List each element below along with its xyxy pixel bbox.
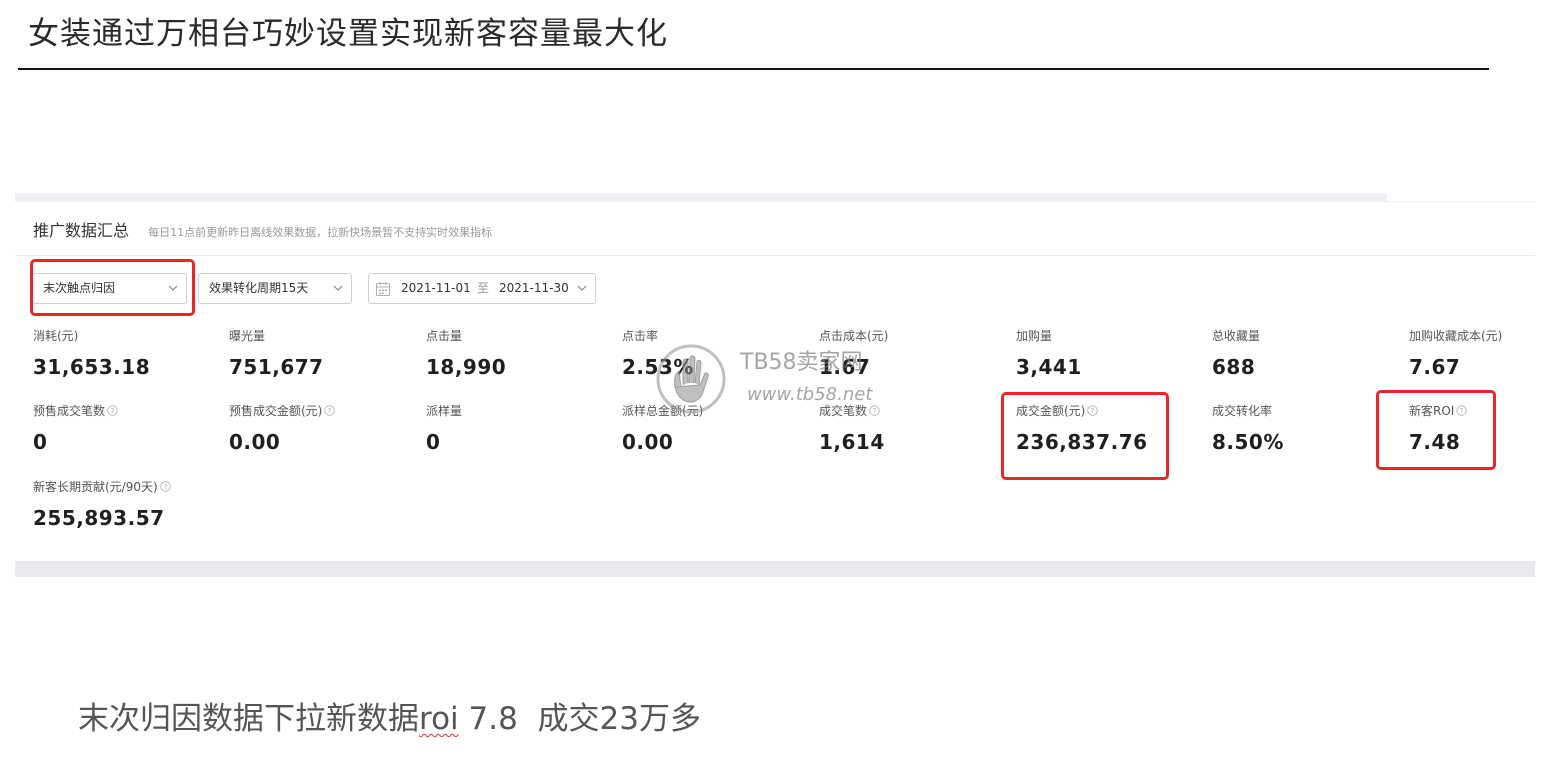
metric-label: 成交转化率 [1212, 404, 1273, 418]
metric-samples: 派样量 0 [426, 402, 462, 454]
conversion-period-value: 效果转化周期15天 [209, 281, 309, 295]
svg-text:?: ? [163, 483, 167, 491]
conversion-period-select[interactable]: 效果转化周期15天 [198, 273, 352, 304]
metric-label: 消耗(元) [33, 329, 79, 343]
metric-presale-orders: 预售成交笔数? 0 [33, 402, 118, 454]
metric-value: 0 [426, 430, 441, 454]
panel-header: 推广数据汇总 每日11点前更新昨日离线效果数据，拉新快场景暂不支持实时效果指标 [33, 217, 492, 241]
metric-label: 加购收藏成本(元) [1409, 329, 1503, 343]
slide-title: 女装通过万相台巧妙设置实现新客容量最大化 [28, 16, 668, 52]
metric-value: 1,614 [819, 430, 885, 454]
svg-text:?: ? [111, 407, 115, 415]
highlight-gmv [1001, 392, 1169, 480]
metric-cart-fav-cost: 加购收藏成本(元) 7.67 [1409, 327, 1502, 379]
metric-label: 加购量 [1016, 329, 1053, 343]
date-end: 2021-11-30 [499, 281, 569, 295]
metric-value: 0.00 [229, 430, 281, 454]
metric-favorites: 总收藏量 688 [1212, 327, 1260, 379]
metric-clicks: 点击量 18,990 [426, 327, 506, 379]
panel-title: 推广数据汇总 [33, 221, 130, 240]
highlight-attribution [30, 259, 195, 316]
metric-long-term-contribution: 新客长期贡献(元/90天)? 255,893.57 [33, 478, 171, 530]
dashboard-screenshot: 推广数据汇总 每日11点前更新昨日离线效果数据，拉新快场景暂不支持实时效果指标 … [15, 193, 1535, 577]
watermark-name: TB58卖家网 [740, 350, 863, 375]
title-divider [18, 68, 1489, 70]
metric-value: 31,653.18 [33, 355, 151, 379]
metric-label: 派样量 [426, 404, 463, 418]
highlight-roi [1376, 390, 1496, 470]
metric-label: 点击量 [426, 329, 463, 343]
chevron-down-icon [333, 285, 343, 291]
watermark-url: www.tb58.net [747, 384, 873, 405]
watermark: TB58卖家网 www.tb58.net [655, 343, 915, 414]
metric-value: 688 [1212, 355, 1256, 379]
date-range-picker[interactable]: 2021-11-01 至 2021-11-30 [368, 273, 596, 304]
top-band [15, 193, 1387, 201]
metric-value: 0.00 [622, 430, 674, 454]
svg-text:?: ? [328, 407, 332, 415]
bottom-band [15, 561, 1535, 577]
metric-value: 18,990 [426, 355, 507, 379]
caption-marked-word: roi [419, 701, 459, 737]
metric-label: 曝光量 [229, 329, 266, 343]
metric-value: 255,893.57 [33, 506, 165, 530]
calendar-icon [376, 282, 390, 296]
metric-label: 总收藏量 [1212, 329, 1261, 343]
hand-logo-icon [656, 344, 726, 414]
metric-value: 751,677 [229, 355, 324, 379]
caption-text: 末次归因数据下拉新数据 [78, 701, 419, 737]
top-line [15, 201, 1535, 202]
metric-label: 预售成交金额(元) [229, 404, 323, 418]
metric-value: 0 [33, 430, 48, 454]
metric-value: 3,441 [1016, 355, 1082, 379]
caption-text-end: 7.8 成交23万多 [458, 701, 701, 737]
slide-caption: 末次归因数据下拉新数据roi 7.8 成交23万多 [78, 693, 701, 738]
metric-spend: 消耗(元) 31,653.18 [33, 327, 150, 379]
metric-value: 7.67 [1409, 355, 1461, 379]
help-circle-icon[interactable]: ? [324, 405, 336, 416]
panel-subtitle: 每日11点前更新昨日离线效果数据，拉新快场景暂不支持实时效果指标 [148, 226, 493, 239]
metric-presale-amount: 预售成交金额(元)? 0.00 [229, 402, 336, 454]
help-circle-icon[interactable]: ? [107, 405, 118, 416]
chevron-down-icon [577, 285, 587, 291]
metric-value: 8.50% [1212, 430, 1284, 454]
date-separator: 至 [477, 281, 490, 295]
date-start: 2021-11-01 [401, 281, 471, 295]
metric-conversion-rate: 成交转化率 8.50% [1212, 402, 1284, 454]
header-divider [15, 255, 1535, 256]
metric-add-to-cart: 加购量 3,441 [1016, 327, 1082, 379]
help-circle-icon[interactable]: ? [160, 481, 171, 492]
metric-impressions: 曝光量 751,677 [229, 327, 324, 379]
metric-label: 新客长期贡献(元/90天) [33, 480, 158, 494]
metric-label: 预售成交笔数 [33, 404, 106, 418]
